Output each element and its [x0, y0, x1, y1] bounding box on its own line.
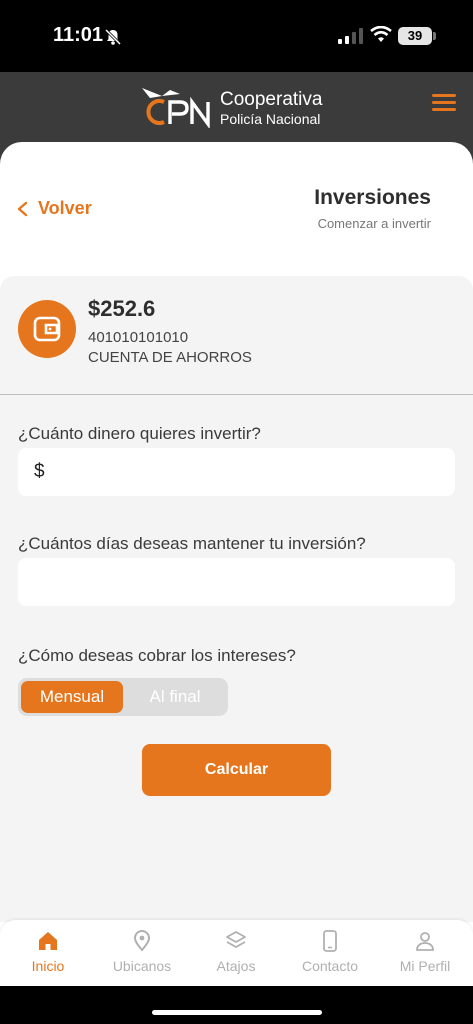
- back-label: Volver: [38, 198, 92, 218]
- menu-icon-bar: [432, 101, 456, 104]
- nav-item-contacto[interactable]: Contacto: [283, 930, 377, 974]
- menu-button[interactable]: [432, 94, 456, 114]
- signal-icon: [338, 28, 363, 44]
- amount-input[interactable]: [54, 448, 444, 496]
- back-button[interactable]: Volver: [16, 198, 92, 219]
- status-time: 11:01: [53, 24, 104, 46]
- interest-toggle: Mensual Al final: [18, 678, 228, 716]
- nav-label-contacto: Contacto: [301, 958, 359, 974]
- days-field[interactable]: [18, 558, 455, 606]
- nav-label-inicio: Inicio: [31, 958, 65, 974]
- interest-question: ¿Cómo deseas cobrar los intereses?: [18, 646, 296, 665]
- status-bar: 11:01 39: [0, 0, 473, 72]
- nav-label-ubicanos: Ubicanos: [112, 958, 172, 974]
- nav-item-atajos[interactable]: Atajos: [189, 930, 283, 974]
- battery-cap: [433, 32, 436, 40]
- account-balance: $252.6: [88, 296, 156, 321]
- phone-icon: [323, 930, 337, 952]
- days-question: ¿Cuántos días deseas mantener tu inversi…: [18, 534, 366, 553]
- amount-question: ¿Cuánto dinero quieres invertir?: [18, 424, 261, 443]
- nav-item-inicio[interactable]: Inicio: [1, 930, 95, 974]
- layers-icon: [226, 931, 246, 948]
- nav-label-atajos: Atajos: [216, 958, 256, 974]
- home-indicator[interactable]: [152, 1010, 322, 1015]
- days-input[interactable]: [32, 558, 442, 606]
- account-avatar: [18, 300, 76, 358]
- page-title: Inversiones: [314, 186, 431, 209]
- battery-indicator: 39: [398, 27, 432, 45]
- wallet-icon: [33, 316, 61, 342]
- home-bar-area: [0, 986, 473, 1024]
- currency-prefix: $: [34, 461, 45, 482]
- bottom-nav: Inicio Ubicanos Atajos Contacto Mi Perfi…: [0, 920, 473, 986]
- menu-icon-bar: [432, 94, 456, 97]
- interest-option-mensual[interactable]: Mensual: [21, 681, 123, 713]
- bell-off-icon: [104, 28, 122, 46]
- menu-icon-bar: [432, 108, 456, 111]
- nav-item-ubicanos[interactable]: Ubicanos: [95, 930, 189, 974]
- account-type: CUENTA DE AHORROS: [88, 349, 252, 366]
- home-icon: [39, 932, 57, 950]
- investment-form: $252.6 401010101010 CUENTA DE AHORROS ¿C…: [0, 276, 473, 922]
- main-content: Volver Inversiones Comenzar a invertir $…: [0, 142, 473, 1022]
- nav-label-mi-perfil: Mi Perfil: [399, 958, 451, 974]
- location-pin-icon: [133, 930, 151, 952]
- brand-name-line2: Policía Nacional: [220, 111, 321, 127]
- amount-field[interactable]: $: [18, 448, 455, 496]
- calculate-button[interactable]: Calcular: [142, 744, 331, 796]
- page-subtitle: Comenzar a invertir: [317, 216, 431, 231]
- interest-option-al-final[interactable]: Al final: [126, 681, 224, 713]
- divider: [0, 394, 473, 395]
- brand-name-line1: Cooperativa: [220, 89, 323, 110]
- nav-item-mi-perfil[interactable]: Mi Perfil: [378, 930, 472, 974]
- account-number: 401010101010: [88, 329, 189, 346]
- chevron-left-icon: [17, 201, 28, 216]
- wifi-icon: [370, 26, 392, 42]
- cpn-logo: [142, 88, 210, 128]
- user-icon: [416, 932, 434, 951]
